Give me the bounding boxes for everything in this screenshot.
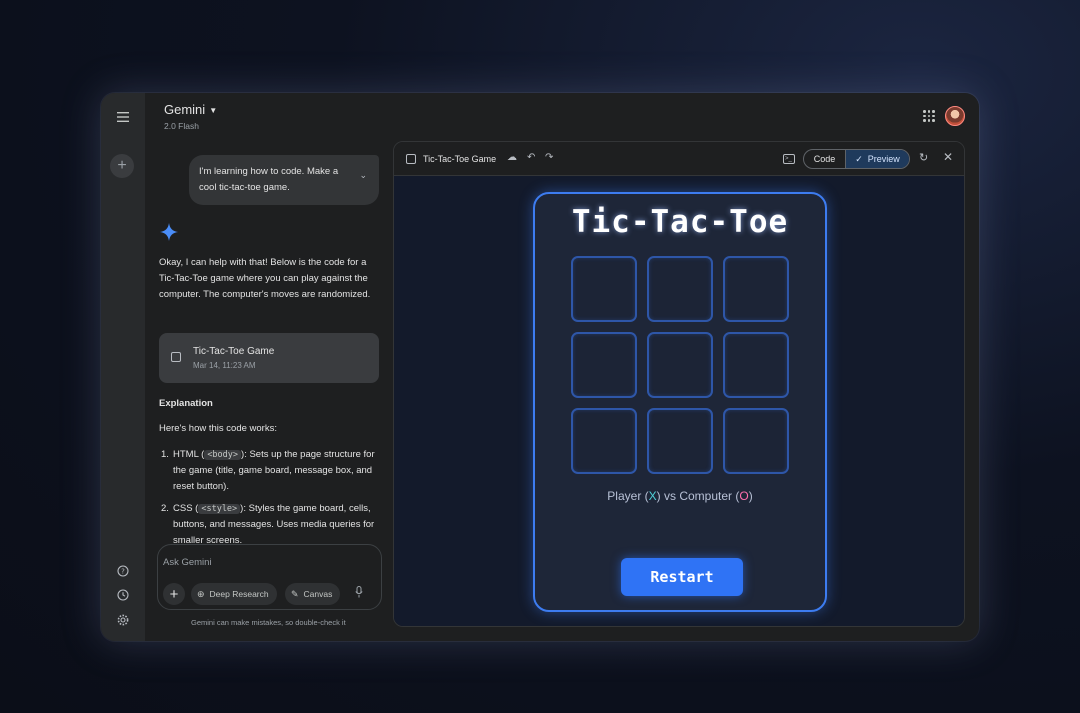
canvas-toolbar: Tic-Tac-Toe Game ☁ ↶ ↷ >_ Code ✓ Preview … [394,142,964,176]
list-item: 1. HTML (<body>): Sets up the page struc… [161,449,375,492]
deep-research-button[interactable]: ⊕ Deep Research [191,583,277,605]
board-cell[interactable] [647,408,713,474]
app-window: + ? Gemini ▼ 2.0 Flash I'm learning how t… [101,93,979,641]
app-name: Gemini [164,102,206,117]
board-cell[interactable] [723,332,789,398]
chat-column: I'm learning how to code. Make a cool ti… [145,149,393,641]
canvas-button[interactable]: ✎ Canvas [285,583,341,605]
document-date: Mar 14, 11:23 AM [193,361,256,370]
redo-icon[interactable]: ↷ [545,152,553,163]
avatar[interactable] [945,106,965,126]
explanation-heading: Explanation [159,398,213,409]
explanation-intro: Here's how this code works: [159,423,277,434]
board-cell[interactable] [571,408,637,474]
document-icon [171,352,181,362]
board-cell[interactable] [723,408,789,474]
terminal-icon[interactable]: >_ [783,154,795,164]
canvas-title: Tic-Tac-Toe Game [423,154,497,164]
search-icon: ⊕ [197,588,205,599]
sparkle-icon [159,222,179,242]
preview-area: Tic-Tac-Toe Player (X) vs Computer (O) R… [394,176,964,626]
help-icon[interactable]: ? [113,561,133,581]
add-attachment-button[interactable]: + [163,583,185,605]
menu-icon[interactable] [113,107,133,127]
document-card[interactable]: Tic-Tac-Toe Game Mar 14, 11:23 AM [159,333,379,383]
player-symbol: X [648,489,657,503]
cloud-icon[interactable]: ☁ [507,152,517,163]
side-rail: + ? [101,93,145,641]
document-title: Tic-Tac-Toe Game [193,346,275,357]
explanation-list: 1. HTML (<body>): Sets up the page struc… [159,447,383,543]
board-cell[interactable] [571,332,637,398]
board-cell[interactable] [571,256,637,322]
refresh-icon[interactable]: ↻ [919,151,928,164]
new-chat-button[interactable]: + [110,154,134,178]
plus-icon: + [117,157,127,174]
preview-tab[interactable]: ✓ Preview [846,150,909,168]
apps-icon[interactable] [923,110,935,122]
board-cell[interactable] [723,256,789,322]
code-tab[interactable]: Code [804,150,846,168]
model-version: 2.0 Flash [164,121,199,131]
computer-symbol: O [739,489,749,503]
response-text: Okay, I can help with that! Below is the… [159,257,371,300]
history-icon[interactable] [113,585,133,605]
user-message: I'm learning how to code. Make a cool ti… [189,155,379,205]
prompt-input[interactable]: Ask Gemini + ⊕ Deep Research ✎ Canvas [157,544,382,610]
model-selector[interactable]: Gemini ▼ [164,102,217,117]
settings-icon[interactable] [113,610,133,630]
game-board [571,256,791,476]
close-icon[interactable]: ✕ [943,150,953,164]
undo-icon[interactable]: ↶ [527,152,535,163]
svg-text:?: ? [121,568,125,576]
check-icon: ✓ [855,153,863,164]
game-container: Tic-Tac-Toe Player (X) vs Computer (O) R… [533,192,827,612]
code-preview-toggle: Code ✓ Preview [803,149,910,169]
game-status: Player (X) vs Computer (O) [607,489,753,503]
mic-icon[interactable] [355,586,363,601]
list-item: 2. CSS (<style>): Styles the game board,… [161,503,375,543]
chevron-down-icon: ▼ [209,106,218,116]
user-message-text: I'm learning how to code. Make a cool ti… [199,166,339,193]
document-icon [406,154,416,164]
prompt-placeholder[interactable]: Ask Gemini [163,557,212,568]
board-cell[interactable] [647,332,713,398]
plus-icon: + [169,585,179,603]
board-cell[interactable] [647,256,713,322]
disclaimer: Gemini can make mistakes, so double-chec… [191,618,346,627]
pen-icon: ✎ [291,588,299,599]
chevron-down-icon[interactable]: ⌄ [359,167,367,183]
canvas-panel: Tic-Tac-Toe Game ☁ ↶ ↷ >_ Code ✓ Preview … [393,141,965,627]
game-title: Tic-Tac-Toe [571,204,789,240]
restart-button[interactable]: Restart [621,558,743,596]
